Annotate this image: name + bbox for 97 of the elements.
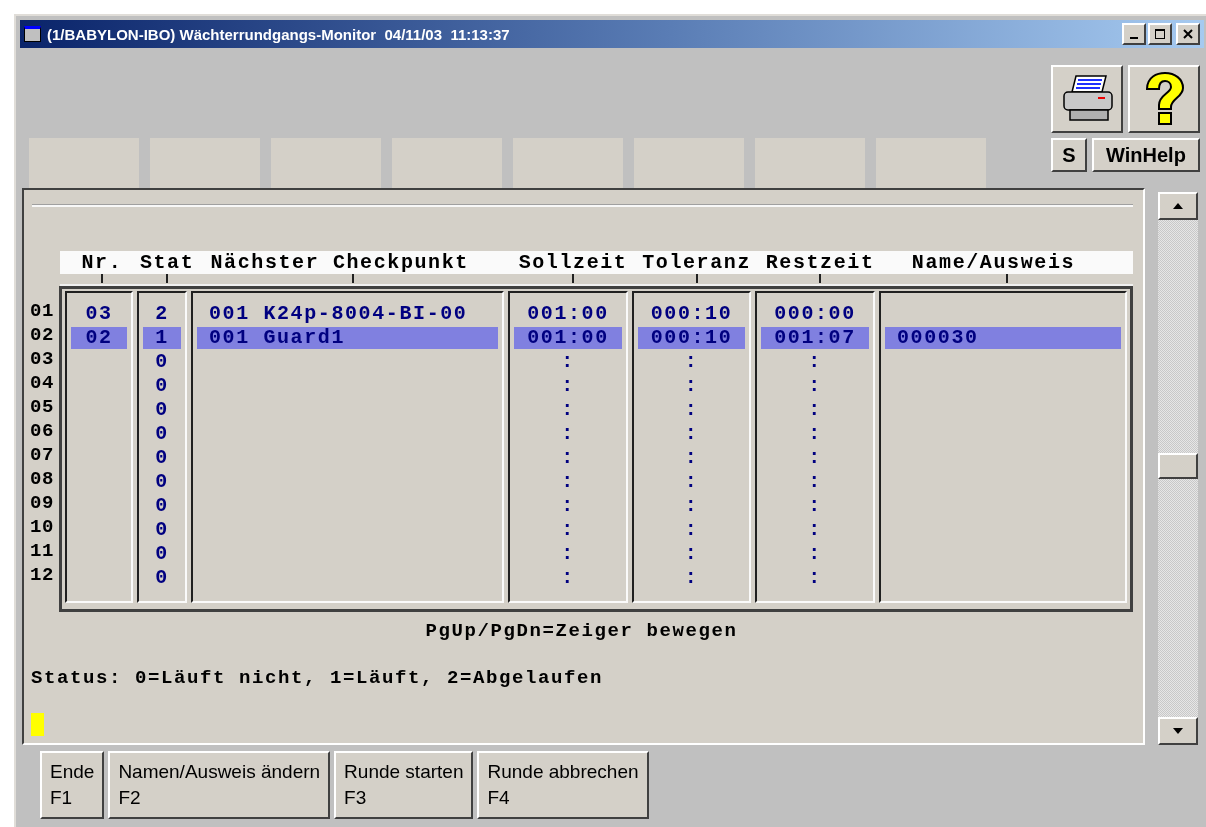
table-cell[interactable]: : bbox=[761, 566, 869, 590]
table-cell[interactable]: : bbox=[514, 470, 622, 494]
table-cell[interactable]: 0 bbox=[143, 518, 181, 542]
table-cell[interactable]: 001 K24p-8004-BI-00 bbox=[197, 302, 498, 326]
table-cell[interactable]: : bbox=[761, 446, 869, 470]
key-hint: PgUp/PgDn=Zeiger bewegen bbox=[424, 620, 739, 642]
table-cell[interactable]: : bbox=[638, 446, 745, 470]
table-cell[interactable]: : bbox=[638, 470, 745, 494]
table-cell[interactable]: : bbox=[638, 566, 745, 590]
selected-table-cell[interactable]: 001:00 bbox=[514, 327, 622, 349]
up-arrow-icon bbox=[1172, 202, 1184, 210]
column-header: Stat bbox=[139, 251, 195, 274]
table-cell[interactable]: : bbox=[514, 422, 622, 446]
table-cell[interactable]: 0 bbox=[143, 398, 181, 422]
table-cell[interactable]: : bbox=[761, 470, 869, 494]
status-legend: Status: 0=Läuft nicht, 1=Läuft, 2=Abgelaufen bbox=[30, 667, 1133, 689]
table-cell[interactable]: 0 bbox=[143, 350, 181, 374]
table-cell[interactable]: : bbox=[638, 518, 745, 542]
table-cell[interactable]: : bbox=[638, 494, 745, 518]
column-header: Toleranz bbox=[642, 251, 751, 274]
toolbar-button[interactable]: S bbox=[1051, 138, 1087, 172]
scroll-up-button[interactable] bbox=[1158, 192, 1198, 220]
table-cell[interactable]: : bbox=[638, 374, 745, 398]
selected-table-cell[interactable]: 000030 bbox=[885, 327, 1121, 349]
table-cell[interactable]: : bbox=[514, 542, 622, 566]
table-cell[interactable]: 2 bbox=[143, 302, 181, 326]
table-cell[interactable]: 001:00 bbox=[514, 302, 622, 326]
function-key-button[interactable]: Ende F1 bbox=[40, 751, 105, 819]
function-key-button[interactable]: Namen/Ausweis ändern F2 bbox=[108, 751, 331, 819]
table-cell[interactable]: : bbox=[514, 398, 622, 422]
minimize-icon bbox=[1130, 37, 1138, 39]
maximize-icon bbox=[1154, 28, 1166, 40]
column-header: Name/Ausweis bbox=[911, 251, 1076, 274]
close-button[interactable] bbox=[1176, 23, 1200, 45]
maximize-button[interactable] bbox=[1148, 23, 1172, 45]
table-cell[interactable]: : bbox=[638, 350, 745, 374]
toolbar-button[interactable]: WinHelp bbox=[1092, 138, 1200, 172]
close-icon bbox=[1182, 28, 1194, 40]
column-header: Sollzeit bbox=[518, 251, 628, 274]
table-cell[interactable]: : bbox=[514, 350, 622, 374]
help-button[interactable] bbox=[1128, 65, 1200, 133]
row-number: 03 bbox=[30, 347, 55, 371]
selected-table-cell[interactable]: 001 Guard1 bbox=[197, 327, 498, 349]
table-cell[interactable]: 0 bbox=[143, 566, 181, 590]
row-number: 05 bbox=[30, 395, 55, 419]
down-arrow-icon bbox=[1172, 727, 1184, 735]
row-number: 06 bbox=[30, 419, 55, 443]
table-cell[interactable]: : bbox=[514, 566, 622, 590]
selected-table-cell[interactable]: 001:07 bbox=[761, 327, 869, 349]
minimize-button[interactable] bbox=[1122, 23, 1146, 45]
selected-table-cell[interactable]: 02 bbox=[71, 327, 127, 349]
row-number: 07 bbox=[30, 443, 55, 467]
row-number: 01 bbox=[30, 299, 55, 323]
window-icon bbox=[24, 26, 41, 42]
table-cell[interactable]: : bbox=[514, 374, 622, 398]
selected-table-cell[interactable]: 000:10 bbox=[638, 327, 745, 349]
table-cell[interactable]: 000:10 bbox=[638, 302, 745, 326]
row-number: 12 bbox=[30, 563, 55, 587]
row-number: 04 bbox=[30, 371, 55, 395]
table-cell[interactable]: 0 bbox=[143, 542, 181, 566]
function-key-button[interactable]: Runde starten F3 bbox=[334, 751, 474, 819]
row-number: 02 bbox=[30, 323, 55, 347]
selected-table-cell[interactable]: 1 bbox=[143, 327, 181, 349]
row-number: 11 bbox=[30, 539, 55, 563]
table-cell[interactable]: 0 bbox=[143, 374, 181, 398]
table-cell[interactable]: 0 bbox=[143, 470, 181, 494]
column-header: Nr. bbox=[81, 251, 123, 274]
column-header: Restzeit bbox=[765, 251, 875, 274]
table-cell[interactable]: : bbox=[514, 518, 622, 542]
row-number: 10 bbox=[30, 515, 55, 539]
table-cell[interactable]: : bbox=[638, 398, 745, 422]
row-number: 08 bbox=[30, 467, 55, 491]
table-cell[interactable]: : bbox=[638, 422, 745, 446]
scroll-thumb[interactable] bbox=[1158, 453, 1198, 479]
table-cell[interactable]: : bbox=[638, 542, 745, 566]
column-header: Nächster Checkpunkt bbox=[210, 251, 469, 274]
table-cell[interactable]: : bbox=[761, 518, 869, 542]
table-cell[interactable]: 0 bbox=[143, 494, 181, 518]
table-cell[interactable]: : bbox=[514, 494, 622, 518]
table-cell[interactable]: 0 bbox=[143, 422, 181, 446]
table-cell[interactable]: : bbox=[761, 422, 869, 446]
print-button[interactable] bbox=[1051, 65, 1123, 133]
row-number: 09 bbox=[30, 491, 55, 515]
table-cell[interactable]: : bbox=[761, 398, 869, 422]
table-cell[interactable]: : bbox=[761, 374, 869, 398]
table-cell[interactable]: : bbox=[761, 542, 869, 566]
text-cursor bbox=[31, 713, 44, 736]
table-cell[interactable]: : bbox=[761, 350, 869, 374]
function-key-button[interactable]: Runde abbrechen F4 bbox=[477, 751, 649, 819]
window-title: (1/BABYLON-IBO) Wächterrundgangs-Monitor 04/11/03 11:13:37 bbox=[47, 25, 510, 43]
table-cell[interactable]: : bbox=[761, 494, 869, 518]
table-cell[interactable]: 0 bbox=[143, 446, 181, 470]
table-cell[interactable]: 03 bbox=[71, 302, 127, 326]
table-cell[interactable]: 000:00 bbox=[761, 302, 869, 326]
scrollbar[interactable] bbox=[1158, 192, 1198, 745]
scroll-down-button[interactable] bbox=[1158, 717, 1198, 745]
table-cell[interactable]: : bbox=[514, 446, 622, 470]
